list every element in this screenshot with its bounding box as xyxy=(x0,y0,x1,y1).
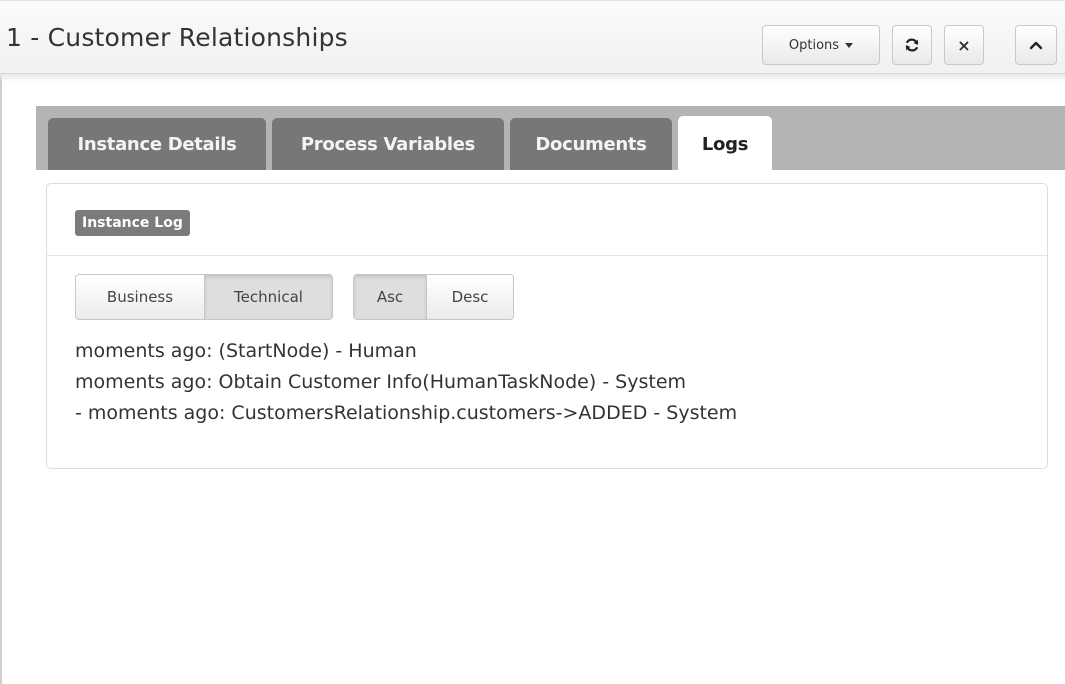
instance-log-header: Instance Log xyxy=(47,184,1047,256)
tab-logs[interactable]: Logs xyxy=(678,116,772,172)
options-dropdown-button[interactable]: Options xyxy=(762,25,880,65)
tab-instance-details[interactable]: Instance Details xyxy=(48,118,266,170)
log-line: moments ago: Obtain Customer Info(HumanT… xyxy=(75,371,687,393)
header-shadow xyxy=(0,74,1065,82)
business-button[interactable]: Business xyxy=(76,275,204,319)
chevron-up-icon xyxy=(1029,41,1043,50)
tab-process-variables[interactable]: Process Variables xyxy=(272,118,504,170)
log-list: moments ago: (StartNode) - Human moments… xyxy=(75,336,737,429)
close-button[interactable]: × xyxy=(944,25,984,65)
instance-log-panel: Instance Log Business Technical Asc Desc… xyxy=(46,183,1048,469)
close-icon: × xyxy=(957,35,971,55)
log-type-toggle: Business Technical xyxy=(75,274,333,320)
sort-order-toggle: Asc Desc xyxy=(353,274,514,320)
log-line: - moments ago: CustomersRelationship.cus… xyxy=(75,402,738,424)
tab-bar: Instance Details Process Variables Docum… xyxy=(36,106,1065,172)
technical-button[interactable]: Technical xyxy=(204,275,332,319)
refresh-button[interactable] xyxy=(892,25,932,65)
caret-down-icon xyxy=(845,42,854,48)
page-title: 1 - Customer Relationships xyxy=(6,23,348,52)
tab-documents[interactable]: Documents xyxy=(510,118,672,170)
desc-button[interactable]: Desc xyxy=(426,275,513,319)
log-line: moments ago: (StartNode) - Human xyxy=(75,340,417,362)
instance-log-badge: Instance Log xyxy=(75,210,190,236)
asc-button[interactable]: Asc xyxy=(354,275,426,319)
panel-header: 1 - Customer Relationships Options × xyxy=(0,0,1065,74)
refresh-icon xyxy=(905,38,919,52)
collapse-button[interactable] xyxy=(1015,25,1057,65)
options-label: Options xyxy=(788,37,840,53)
